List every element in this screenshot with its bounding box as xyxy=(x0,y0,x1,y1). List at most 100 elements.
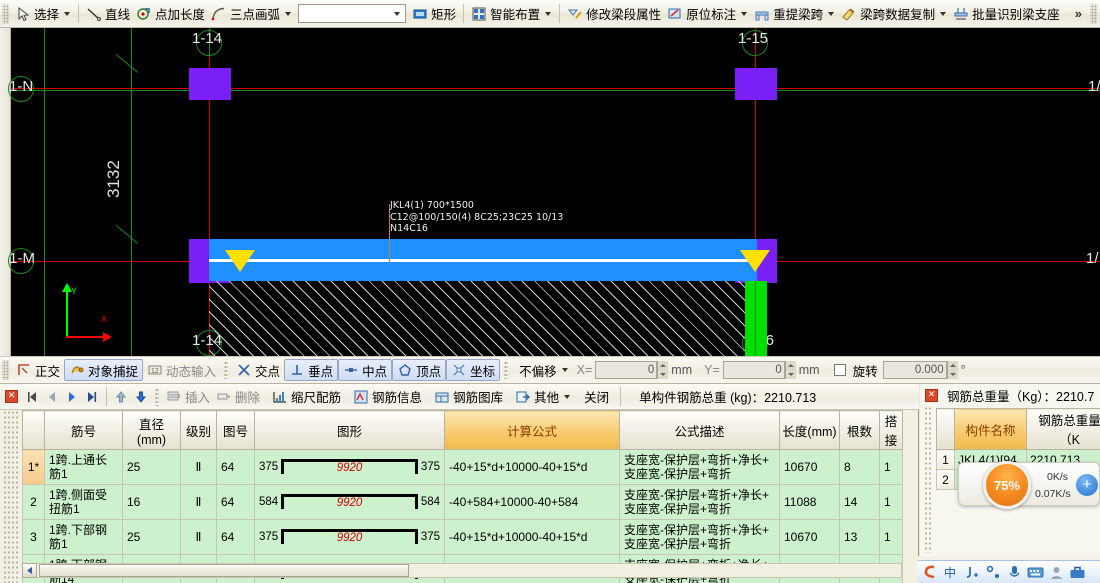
scale-rebar-button[interactable]: 缩尺配筋 xyxy=(269,385,344,409)
cell-diameter[interactable]: 25 xyxy=(122,519,181,555)
style-combo[interactable] xyxy=(298,4,407,23)
snap-dynamic-input[interactable]: 12 动态输入 xyxy=(143,359,220,381)
snap-object-snap[interactable]: 对象捕捉 xyxy=(64,359,144,381)
offset-y-spinner[interactable] xyxy=(784,361,796,379)
chevron-down-icon[interactable] xyxy=(394,11,401,16)
chinese-mode-icon[interactable]: 中 xyxy=(943,564,960,581)
chevron-down-icon[interactable] xyxy=(64,11,71,16)
punctuation-icon[interactable] xyxy=(964,564,981,581)
chevron-down-icon[interactable] xyxy=(285,11,292,16)
cell-bar-name[interactable]: 1跨.上通长筋1 xyxy=(44,449,123,485)
chevron-down-icon[interactable] xyxy=(741,11,748,16)
rotate-spinner[interactable] xyxy=(946,361,958,379)
table-row[interactable]: 3 1跨.下部钢筋1 25 Ⅱ 64 375 9920 375 -40+15*d… xyxy=(22,519,903,555)
tool-point-length[interactable]: 点加长度 xyxy=(133,2,208,26)
voice-input-icon[interactable] xyxy=(1006,564,1023,581)
cell-bar-name[interactable]: 1跨.侧面受扭筋1 xyxy=(44,484,123,520)
move-down-button[interactable] xyxy=(131,387,151,407)
previous-record-button[interactable] xyxy=(42,387,62,407)
tool-batch-recognize-support[interactable]: 批量识别梁支座 xyxy=(950,2,1063,26)
move-up-button[interactable] xyxy=(111,387,131,407)
cell-shape[interactable]: 584 9920 584 xyxy=(254,484,445,520)
rebar-row-handle-bar[interactable] xyxy=(3,410,19,583)
rebar-header-formula-desc[interactable]: 公式描述 xyxy=(619,410,780,450)
tool-smart-layout[interactable]: 智能布置 xyxy=(468,2,555,26)
cell-lap[interactable]: 1 xyxy=(879,449,903,485)
progress-bubble[interactable]: 75% xyxy=(983,461,1031,509)
offset-x-spinner[interactable] xyxy=(657,361,669,379)
tool-edit-beam-segment[interactable]: 修改梁段属性 xyxy=(564,2,664,26)
cell-shape[interactable]: 375 9920 375 xyxy=(254,449,445,485)
table-row[interactable]: 2 1跨.侧面受扭筋1 16 Ⅱ 64 584 9920 584 -40+584… xyxy=(22,484,903,520)
cell-shape[interactable]: 375 9920 375 xyxy=(254,519,445,555)
cell-lap[interactable]: 1 xyxy=(879,519,903,555)
rebar-header-lap[interactable]: 搭接 xyxy=(879,410,903,450)
rebar-header-grade[interactable]: 级别 xyxy=(180,410,217,450)
cell-count[interactable]: 8 xyxy=(839,449,880,485)
cad-canvas[interactable]: 1-N /1-M 1-14 1-15 1-14 1-16 1/ 1/ 3132 xyxy=(0,28,1100,356)
cell-grade[interactable]: Ⅱ xyxy=(180,519,217,555)
half-width-icon[interactable] xyxy=(985,564,1002,581)
summary-header-total-weight[interactable]: 钢筋总重量（K xyxy=(1026,408,1100,450)
tool-rectangle[interactable]: 矩形 xyxy=(409,2,459,26)
snap-vertex[interactable]: 顶点 xyxy=(392,359,447,381)
cell-drawing-no[interactable]: 64 xyxy=(216,519,255,555)
other-menu-button[interactable]: 其他 xyxy=(512,385,574,409)
toolbar-grip[interactable] xyxy=(2,3,9,24)
first-record-button[interactable] xyxy=(22,387,42,407)
add-circle-icon[interactable]: + xyxy=(1076,474,1098,496)
cell-formula-desc[interactable]: 支座宽-保护层+弯折+净长+ 支座宽-保护层+弯折 xyxy=(619,449,780,485)
rotate-input[interactable]: 0.000 xyxy=(882,361,947,379)
snap-perpendicular[interactable]: 垂点 xyxy=(284,359,339,381)
next-record-button[interactable] xyxy=(62,387,82,407)
right-panel-handle[interactable] xyxy=(924,406,933,553)
chevron-down-icon[interactable] xyxy=(940,11,947,16)
close-icon[interactable]: ✕ xyxy=(5,390,18,403)
cell-formula[interactable]: -40+15*d+10000-40+15*d xyxy=(444,449,620,485)
cell-formula[interactable]: -40+584+10000-40+584 xyxy=(444,484,620,520)
snap-coordinate[interactable]: 坐标 xyxy=(446,359,501,381)
close-panel-button[interactable]: 关闭 xyxy=(578,385,612,409)
chevron-down-icon[interactable] xyxy=(545,11,552,16)
hscrollbar-thumb[interactable] xyxy=(39,564,409,577)
rebar-header-count[interactable]: 根数 xyxy=(839,410,880,450)
rebar-header-bar-no[interactable]: 筋号 xyxy=(44,410,123,450)
cell-lap[interactable]: 1 xyxy=(879,484,903,520)
rebar-header-length[interactable]: 长度(mm) xyxy=(779,410,840,450)
offset-x-input[interactable]: 0 xyxy=(595,361,658,379)
snap-midpoint[interactable]: 中点 xyxy=(338,359,393,381)
keyboard-icon[interactable] xyxy=(1027,564,1044,581)
toolbox-icon[interactable] xyxy=(1069,564,1086,581)
rotate-checkbox[interactable] xyxy=(833,364,846,376)
toolbar-overflow-button[interactable]: » xyxy=(1069,2,1088,26)
offset-y-input[interactable]: 0 xyxy=(722,361,785,379)
cell-length[interactable]: 11088 xyxy=(779,484,840,520)
rebar-table-horizontal-scrollbar[interactable] xyxy=(22,563,902,578)
rebar-header-formula[interactable]: 计算公式 xyxy=(444,410,620,450)
cell-count[interactable]: 13 xyxy=(839,519,880,555)
sogou-logo-icon[interactable] xyxy=(922,564,939,581)
cell-count[interactable]: 14 xyxy=(839,484,880,520)
cell-formula[interactable]: -40+15*d+10000-40+15*d xyxy=(444,519,620,555)
wall-element[interactable] xyxy=(745,281,767,356)
tool-copy-span-data[interactable]: 梁跨数据复制 xyxy=(838,2,950,26)
statusbar-grip[interactable] xyxy=(2,360,9,380)
tool-line[interactable]: 直线 xyxy=(83,2,133,26)
column-top-left[interactable] xyxy=(189,68,231,100)
snap-ortho[interactable]: 正交 xyxy=(12,359,64,381)
rebar-header-drawing-no[interactable]: 图号 xyxy=(216,410,255,450)
snap-intersection[interactable]: 交点 xyxy=(232,359,284,381)
tool-re-extract-span[interactable]: 重提梁跨 xyxy=(751,2,838,26)
close-icon[interactable]: ✕ xyxy=(925,388,938,402)
cell-drawing-no[interactable]: 64 xyxy=(216,484,255,520)
cell-grade[interactable]: Ⅱ xyxy=(180,449,217,485)
rebar-library-button[interactable]: 钢筋图库 xyxy=(431,385,506,409)
cell-diameter[interactable]: 16 xyxy=(122,484,181,520)
table-row[interactable]: 1* 1跨.上通长筋1 25 Ⅱ 64 375 9920 375 -40+15*… xyxy=(22,449,903,485)
column-top-right[interactable] xyxy=(735,68,777,100)
rebar-header-diameter[interactable]: 直径(mm) xyxy=(122,410,181,450)
tool-three-point-arc[interactable]: 三点画弧 xyxy=(208,2,295,26)
chevron-down-icon[interactable] xyxy=(561,368,568,372)
rebar-info-button[interactable]: 钢筋信息 xyxy=(350,385,425,409)
cell-diameter[interactable]: 25 xyxy=(122,449,181,485)
